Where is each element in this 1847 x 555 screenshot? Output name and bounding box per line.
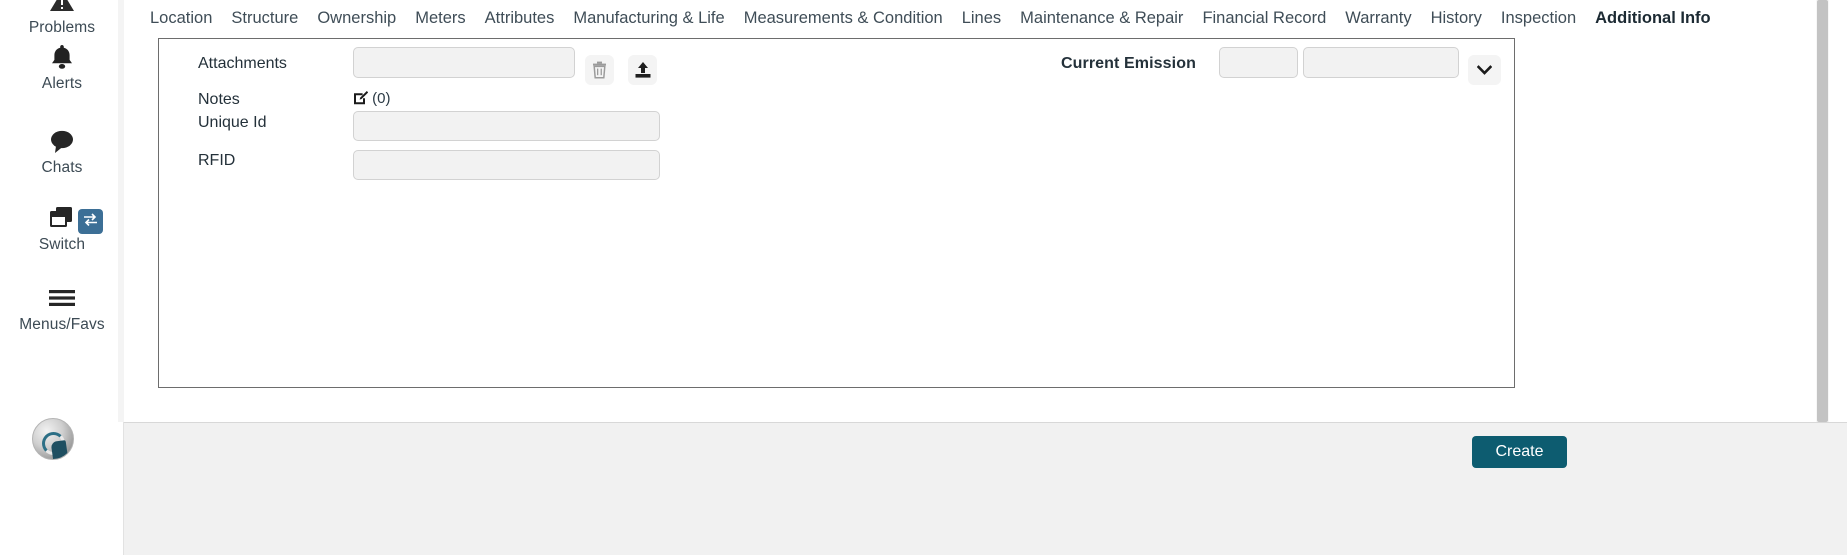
rfid-label: RFID (198, 152, 236, 169)
tab-ownership[interactable]: Ownership (317, 3, 396, 38)
tab-warranty[interactable]: Warranty (1345, 3, 1411, 38)
rfid-input[interactable] (353, 150, 660, 180)
unique-id-label: Unique Id (198, 114, 267, 131)
tab-meters[interactable]: Meters (415, 3, 465, 38)
chevron-down-icon[interactable] (1468, 55, 1501, 85)
additional-info-panel: Attachments Notes (0) Unique Id RFID Cur… (158, 38, 1515, 388)
rail-item-menus-favs[interactable]: Menus/Favs (0, 283, 124, 334)
app-root: Problems Alerts Chats Switch Menus/Favs … (0, 0, 1847, 555)
tab-financial-record[interactable]: Financial Record (1202, 3, 1326, 38)
attachments-input[interactable] (353, 47, 575, 78)
swap-arrows-icon[interactable] (78, 209, 103, 234)
left-navigation-rail: Problems Alerts Chats Switch Menus/Favs (0, 0, 124, 555)
tab-attributes[interactable]: Attributes (485, 3, 555, 38)
user-avatar[interactable] (32, 418, 74, 460)
rail-item-alerts-label: Alerts (41, 75, 83, 92)
warning-icon (0, 0, 124, 16)
current-emission-value-input[interactable] (1219, 47, 1298, 78)
edit-note-icon[interactable] (353, 90, 372, 107)
tab-structure[interactable]: Structure (231, 3, 298, 38)
trash-icon[interactable] (585, 55, 614, 85)
tab-history[interactable]: History (1431, 3, 1482, 38)
rail-item-chats-label: Chats (41, 159, 83, 176)
attachments-label: Attachments (198, 55, 287, 72)
chat-bubble-icon (0, 126, 124, 156)
rail-item-switch[interactable]: Switch (0, 203, 124, 254)
footer-bar: Create (124, 422, 1847, 555)
current-emission-label: Current Emission (1061, 55, 1196, 72)
notes-label: Notes (198, 91, 240, 108)
vertical-scrollbar[interactable] (1816, 0, 1829, 422)
tab-location[interactable]: Location (150, 3, 212, 38)
tab-maintenance-repair[interactable]: Maintenance & Repair (1020, 3, 1183, 38)
rail-item-alerts[interactable]: Alerts (0, 42, 124, 93)
tab-additional-info[interactable]: Additional Info (1595, 3, 1710, 38)
windows-stack-icon (0, 203, 124, 233)
tab-lines[interactable]: Lines (962, 3, 1001, 38)
rail-item-problems[interactable]: Problems (0, 0, 124, 37)
content-scroll-gutter (118, 0, 124, 422)
upload-icon[interactable] (628, 55, 657, 85)
hamburger-icon (0, 283, 124, 313)
rail-item-menus-favs-label: Menus/Favs (19, 316, 105, 333)
tab-measurements-condition[interactable]: Measurements & Condition (744, 3, 943, 38)
create-button[interactable]: Create (1472, 436, 1567, 468)
current-emission-unit-input[interactable] (1303, 47, 1459, 78)
rail-item-chats[interactable]: Chats (0, 126, 124, 177)
bell-icon (0, 42, 124, 72)
notes-value[interactable]: (0) (353, 90, 391, 107)
unique-id-input[interactable] (353, 111, 660, 141)
tab-bar: Location Structure Ownership Meters Attribut… (124, 0, 1847, 38)
vertical-scrollbar-thumb[interactable] (1817, 0, 1828, 422)
tab-manufacturing-life[interactable]: Manufacturing & Life (573, 3, 724, 38)
notes-count: (0) (372, 90, 391, 107)
rail-item-problems-label: Problems (28, 19, 96, 36)
tab-inspection[interactable]: Inspection (1501, 3, 1576, 38)
rail-item-switch-label: Switch (38, 236, 86, 253)
